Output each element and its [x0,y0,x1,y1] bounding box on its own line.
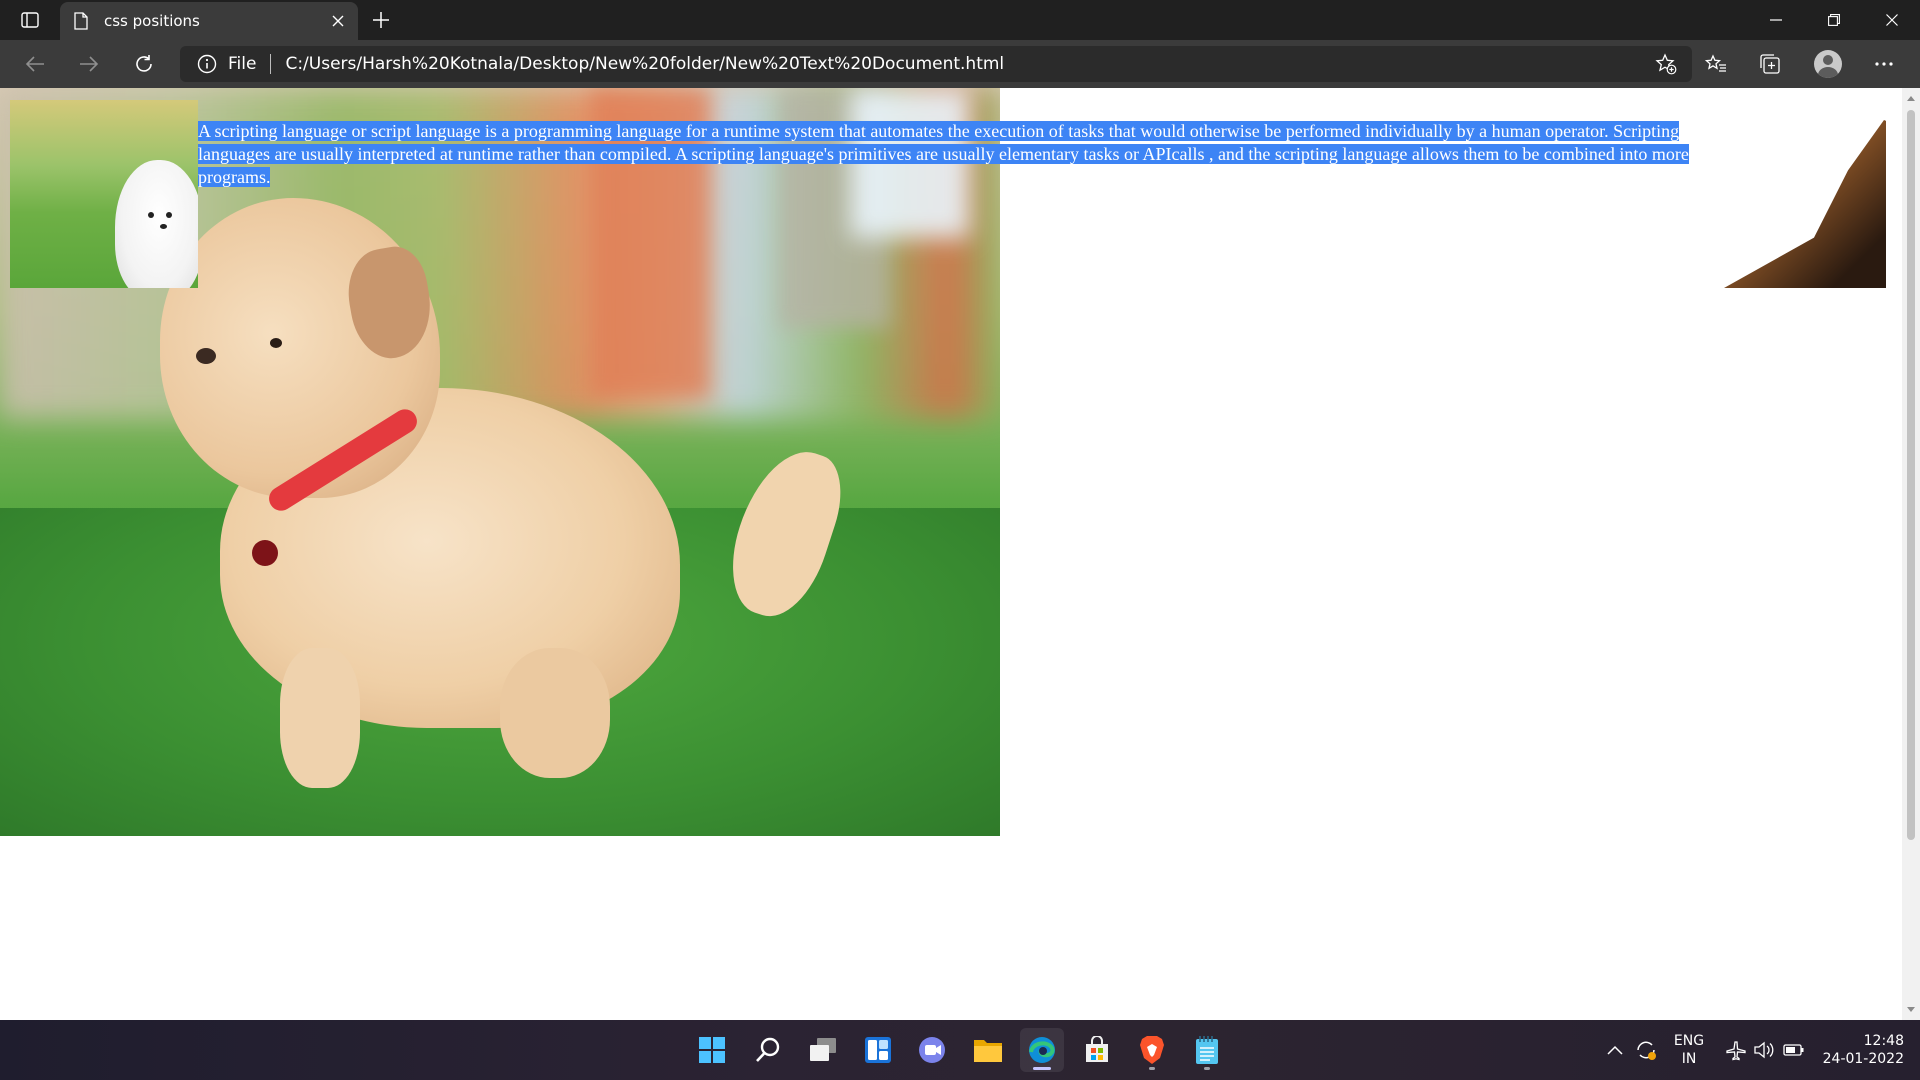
scroll-up-icon[interactable] [1907,96,1915,101]
page-viewport: A scripting language or script language … [0,88,1902,1020]
language-indicator[interactable]: ENG IN [1672,1032,1706,1068]
url-text[interactable]: C:/Users/Harsh%20Kotnala/Desktop/New%20f… [285,54,1004,74]
back-icon[interactable] [18,48,52,80]
restore-icon[interactable] [1806,0,1862,40]
avatar [1814,50,1842,78]
close-window-icon[interactable] [1864,0,1920,40]
airplane-mode-icon[interactable] [1722,1028,1750,1072]
refresh-icon[interactable] [127,48,161,80]
scroll-down-icon[interactable] [1907,1007,1915,1012]
search-icon[interactable] [746,1028,790,1072]
forward-icon[interactable] [72,48,106,80]
file-explorer-icon[interactable] [966,1028,1010,1072]
minimize-icon[interactable] [1748,0,1804,40]
scheme-label: File [228,54,257,74]
browser-toolbar: File C:/Users/Harsh%20Kotnala/Desktop/Ne… [0,40,1920,88]
vertical-scrollbar[interactable] [1902,88,1920,1020]
store-icon[interactable] [1075,1028,1119,1072]
language-code: ENG [1673,1033,1705,1049]
german-shepherd-image [1724,100,1886,288]
task-view-icon[interactable] [801,1028,845,1072]
white-puppy-thumbnail [10,100,198,288]
clock-time: 12:48 [1863,1033,1904,1049]
brave-icon[interactable] [1130,1028,1174,1072]
tab-css-positions[interactable]: css positions [60,2,358,40]
more-options-icon[interactable] [1866,48,1902,80]
address-bar[interactable]: File C:/Users/Harsh%20Kotnala/Desktop/Ne… [180,46,1692,82]
widgets-icon[interactable] [856,1028,900,1072]
address-separator [270,54,272,74]
title-bar: css positions [0,0,1920,40]
add-favorite-icon[interactable] [1654,52,1678,76]
tab-title: css positions [104,12,200,30]
profile-button[interactable] [1810,48,1846,80]
clock[interactable]: 12:48 24-01-2022 [1818,1032,1904,1068]
clock-date: 24-01-2022 [1822,1051,1904,1067]
tab-actions-icon[interactable] [14,8,46,32]
page-icon [74,12,88,30]
teams-chat-icon[interactable] [910,1028,954,1072]
favorites-icon[interactable] [1698,48,1734,80]
info-icon[interactable] [196,53,218,75]
region-code: IN [1681,1051,1697,1067]
paragraph-text: A scripting language or script language … [198,120,1718,189]
taskbar: ENG IN 12:48 24-01-2022 [0,1020,1920,1080]
scroll-thumb[interactable] [1907,110,1915,840]
new-tab-icon[interactable] [366,6,396,34]
collections-icon[interactable] [1752,48,1788,80]
battery-icon[interactable] [1780,1028,1808,1072]
close-tab-icon[interactable] [328,11,348,31]
sync-icon[interactable] [1632,1028,1660,1072]
notepad-icon[interactable] [1185,1028,1229,1072]
start-icon[interactable] [690,1028,734,1072]
chevron-up-icon[interactable] [1602,1028,1628,1072]
selected-text: A scripting language or script language … [198,121,1689,187]
volume-icon[interactable] [1750,1028,1778,1072]
edge-icon[interactable] [1020,1028,1064,1072]
